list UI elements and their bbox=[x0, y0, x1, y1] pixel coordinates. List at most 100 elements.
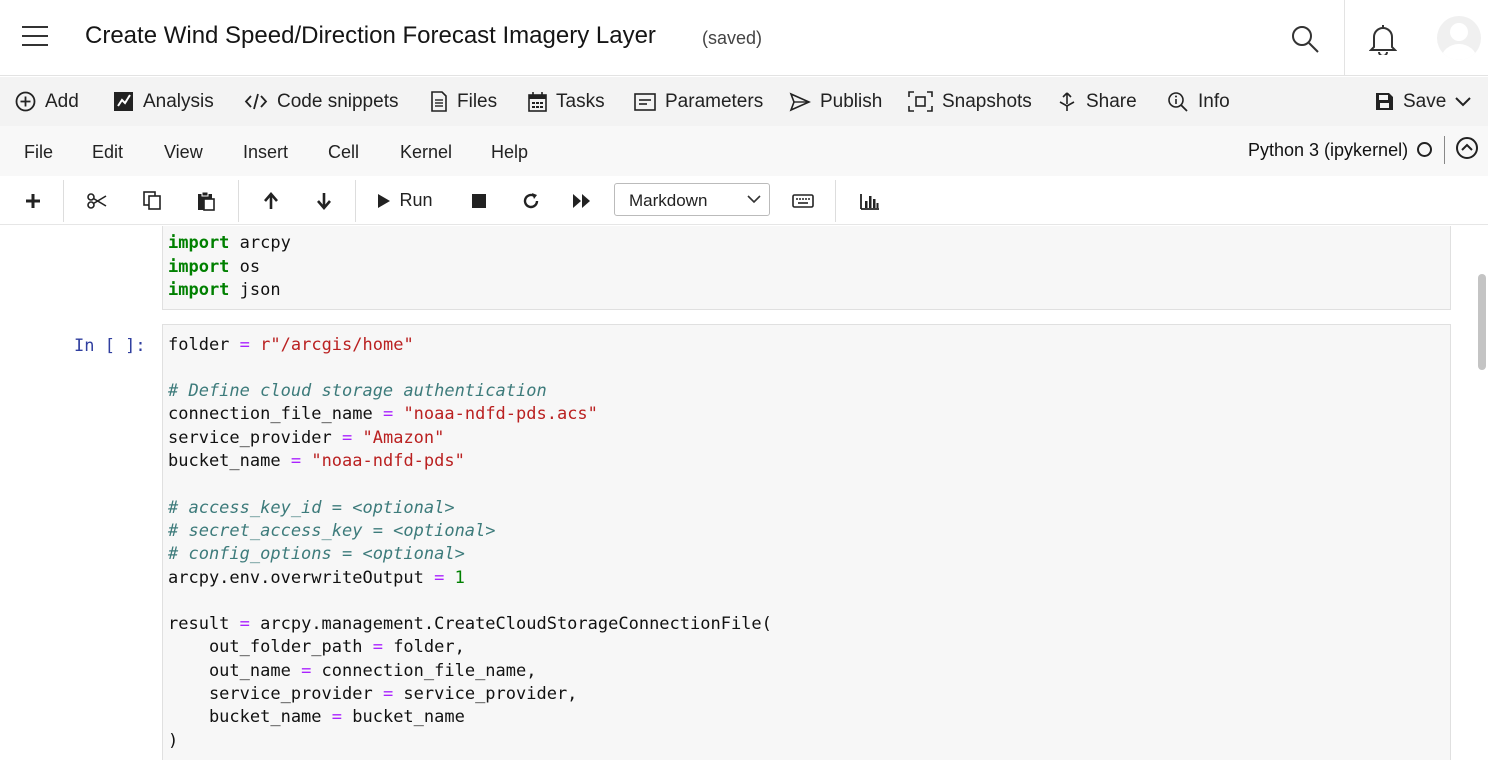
menu-view[interactable]: View bbox=[164, 142, 203, 163]
restart-button[interactable] bbox=[518, 176, 544, 225]
notebook-title[interactable]: Create Wind Speed/Direction Forecast Ima… bbox=[85, 22, 656, 50]
toolbar-divider bbox=[238, 180, 239, 222]
copy-icon bbox=[143, 191, 161, 210]
code-token: 1 bbox=[454, 567, 465, 588]
tasks-label: Tasks bbox=[556, 90, 605, 112]
code-token: arcpy.env.overwriteOutput bbox=[168, 567, 435, 588]
add-circle-icon bbox=[15, 91, 36, 112]
paste-button[interactable] bbox=[193, 176, 219, 225]
arrow-up-icon bbox=[264, 191, 278, 209]
bell-icon[interactable] bbox=[1369, 23, 1397, 55]
insert-cell-button[interactable] bbox=[20, 176, 46, 225]
code-token: connection_file_name bbox=[168, 404, 383, 425]
move-up-button[interactable] bbox=[258, 176, 284, 225]
publish-button[interactable]: Publish bbox=[789, 77, 882, 126]
code-token: "noaa-ndfd-pds.acs" bbox=[403, 404, 598, 425]
share-button[interactable]: Share bbox=[1057, 77, 1137, 126]
run-label: Run bbox=[399, 190, 433, 210]
code-token: "noaa-ndfd-pds" bbox=[311, 451, 465, 472]
kernel-name[interactable]: Python 3 (ipykernel) bbox=[1248, 140, 1408, 161]
app-header: Create Wind Speed/Direction Forecast Ima… bbox=[0, 0, 1488, 76]
code-line: # secret_access_key = <optional> bbox=[168, 520, 772, 543]
toolbar-divider bbox=[63, 180, 64, 222]
code-token: = bbox=[331, 707, 343, 728]
keyboard-icon bbox=[792, 193, 814, 208]
cut-button[interactable] bbox=[84, 176, 110, 225]
code-line: service_provider = service_provider, bbox=[168, 683, 772, 706]
code-line: import json bbox=[168, 279, 291, 302]
code-token: service_provider bbox=[168, 684, 383, 705]
menu-kernel[interactable]: Kernel bbox=[400, 142, 452, 163]
info-button[interactable]: Info bbox=[1167, 77, 1230, 126]
analysis-button[interactable]: Analysis bbox=[113, 77, 214, 126]
stop-icon bbox=[472, 193, 486, 208]
search-icon[interactable] bbox=[1290, 24, 1320, 54]
move-down-button[interactable] bbox=[311, 176, 337, 225]
chart-button[interactable] bbox=[857, 176, 883, 225]
add-label: Add bbox=[45, 90, 79, 112]
command-palette-button[interactable] bbox=[790, 176, 816, 225]
code-snippets-label: Code snippets bbox=[277, 90, 399, 112]
copy-button[interactable] bbox=[139, 176, 165, 225]
scissors-icon bbox=[87, 192, 107, 209]
menu-icon[interactable] bbox=[22, 26, 48, 48]
publish-label: Publish bbox=[820, 90, 883, 112]
code-token: result bbox=[168, 614, 240, 635]
interrupt-button[interactable] bbox=[466, 176, 492, 225]
menu-insert[interactable]: Insert bbox=[243, 142, 288, 163]
toolbar-divider bbox=[355, 180, 356, 222]
scrollbar-thumb[interactable] bbox=[1478, 274, 1486, 370]
share-icon bbox=[1059, 92, 1075, 111]
kernel-idle-icon bbox=[1417, 142, 1432, 157]
code-token: = bbox=[434, 567, 445, 588]
menu-edit[interactable]: Edit bbox=[92, 142, 123, 163]
code-snippets-button[interactable]: Code snippets bbox=[244, 77, 398, 126]
save-button[interactable]: Save bbox=[1375, 77, 1472, 126]
code-line: folder = r"/arcgis/home" bbox=[168, 334, 772, 357]
files-label: Files bbox=[457, 90, 498, 112]
code-token: = bbox=[239, 614, 250, 635]
avatar[interactable] bbox=[1437, 16, 1481, 60]
run-button[interactable]: Run bbox=[372, 176, 438, 225]
code-editor[interactable]: folder = r"/arcgis/home" # Define cloud … bbox=[168, 334, 772, 753]
arrow-down-icon bbox=[317, 192, 331, 210]
menu-cell[interactable]: Cell bbox=[328, 142, 359, 163]
code-line: out_folder_path = folder, bbox=[168, 636, 772, 659]
code-line: out_name = connection_file_name, bbox=[168, 660, 772, 683]
save-status: (saved) bbox=[702, 28, 763, 48]
code-token: service_provider bbox=[168, 427, 342, 448]
snapshots-button[interactable]: Snapshots bbox=[908, 77, 1032, 126]
file-icon bbox=[431, 91, 447, 112]
parameters-button[interactable]: Parameters bbox=[634, 77, 763, 126]
collapse-header-button[interactable] bbox=[1456, 137, 1478, 159]
play-icon bbox=[378, 193, 391, 208]
restart-run-all-button[interactable] bbox=[569, 176, 595, 225]
paste-icon bbox=[198, 191, 215, 211]
menu-file[interactable]: File bbox=[24, 142, 53, 163]
code-line: ) bbox=[168, 730, 772, 753]
cell-type-value: Markdown bbox=[629, 191, 708, 210]
code-editor[interactable]: import arcpy import os import json bbox=[168, 232, 291, 302]
code-cell[interactable] bbox=[162, 226, 1451, 310]
code-token: "Amazon" bbox=[362, 427, 445, 448]
code-line: connection_file_name = "noaa-ndfd-pds.ac… bbox=[168, 403, 772, 426]
files-button[interactable]: Files bbox=[430, 77, 497, 126]
menu-help[interactable]: Help bbox=[491, 142, 528, 163]
save-disk-icon bbox=[1376, 93, 1393, 110]
analysis-icon bbox=[114, 92, 133, 111]
code-token: bucket_name bbox=[168, 707, 332, 728]
code-line: import os bbox=[168, 256, 291, 279]
code-token: # config_options = <optional> bbox=[168, 544, 465, 565]
add-button[interactable]: Add bbox=[15, 77, 79, 126]
tasks-button[interactable]: Tasks bbox=[528, 77, 605, 126]
code-token: out_folder_path bbox=[168, 637, 373, 658]
info-search-icon bbox=[1168, 92, 1188, 112]
code-token: = bbox=[382, 684, 394, 705]
cell-type-select[interactable]: Markdown bbox=[614, 183, 770, 216]
